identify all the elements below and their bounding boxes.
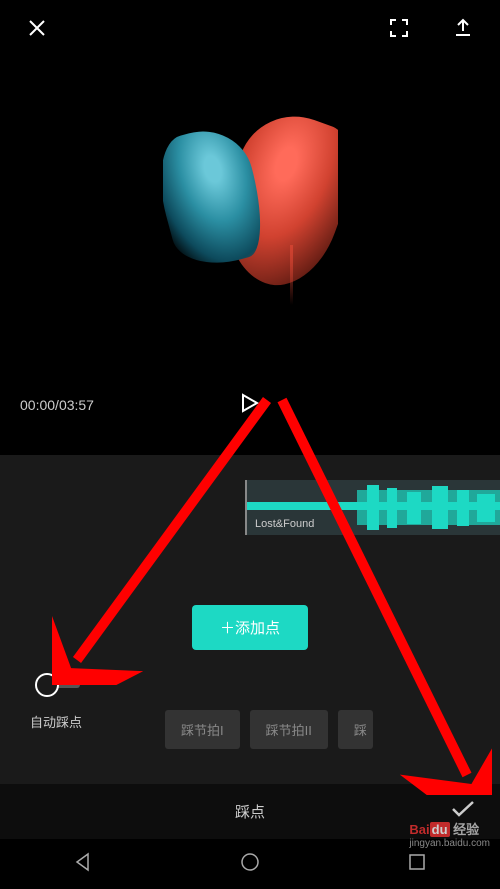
- beat-mode-3-button: 踩: [338, 710, 373, 749]
- add-point-button[interactable]: ＋添加点: [192, 605, 308, 650]
- audio-track-label: Lost&Found: [255, 518, 314, 530]
- nav-back-button[interactable]: [72, 851, 94, 878]
- auto-beat-toggle[interactable]: [35, 670, 81, 700]
- fullscreen-icon: [389, 18, 409, 38]
- watermark: Baidu Baidu 经验经验 jingyan.baidu.com: [409, 819, 490, 849]
- fullscreen-button[interactable]: [387, 16, 411, 40]
- auto-beat-label: 自动踩点: [30, 712, 82, 731]
- preview-frame: [163, 65, 338, 375]
- nav-home-button[interactable]: [239, 851, 261, 878]
- panel-title: 踩点: [235, 801, 265, 822]
- play-icon: [241, 393, 259, 413]
- beat-panel: Lost&Found ＋添加点 自动踩点 踩节拍I 踩节拍II 踩 踩点: [0, 455, 500, 839]
- time-display: 00:00/03:57: [20, 397, 94, 413]
- watermark-url: jingyan.baidu.com: [409, 838, 490, 849]
- audio-track[interactable]: Lost&Found: [245, 480, 500, 535]
- beat-mode-2-button: 踩节拍II: [250, 710, 328, 749]
- video-preview[interactable]: [0, 55, 500, 385]
- export-icon: [453, 18, 473, 38]
- square-recent-icon: [406, 851, 428, 873]
- toggle-knob: [35, 673, 59, 697]
- circle-home-icon: [239, 851, 261, 873]
- preview-graphic: [290, 245, 293, 305]
- export-button[interactable]: [451, 16, 475, 40]
- close-button[interactable]: [25, 16, 49, 40]
- nav-recent-button[interactable]: [406, 851, 428, 878]
- checkmark-icon: [451, 800, 475, 818]
- close-icon: [27, 18, 47, 38]
- triangle-back-icon: [72, 851, 94, 873]
- beat-mode-1-button: 踩节拍I: [165, 710, 240, 749]
- add-point-label: ＋添加点: [220, 617, 280, 638]
- play-button[interactable]: [241, 393, 259, 418]
- watermark-logo: Baidu Baidu 经验经验: [409, 819, 490, 838]
